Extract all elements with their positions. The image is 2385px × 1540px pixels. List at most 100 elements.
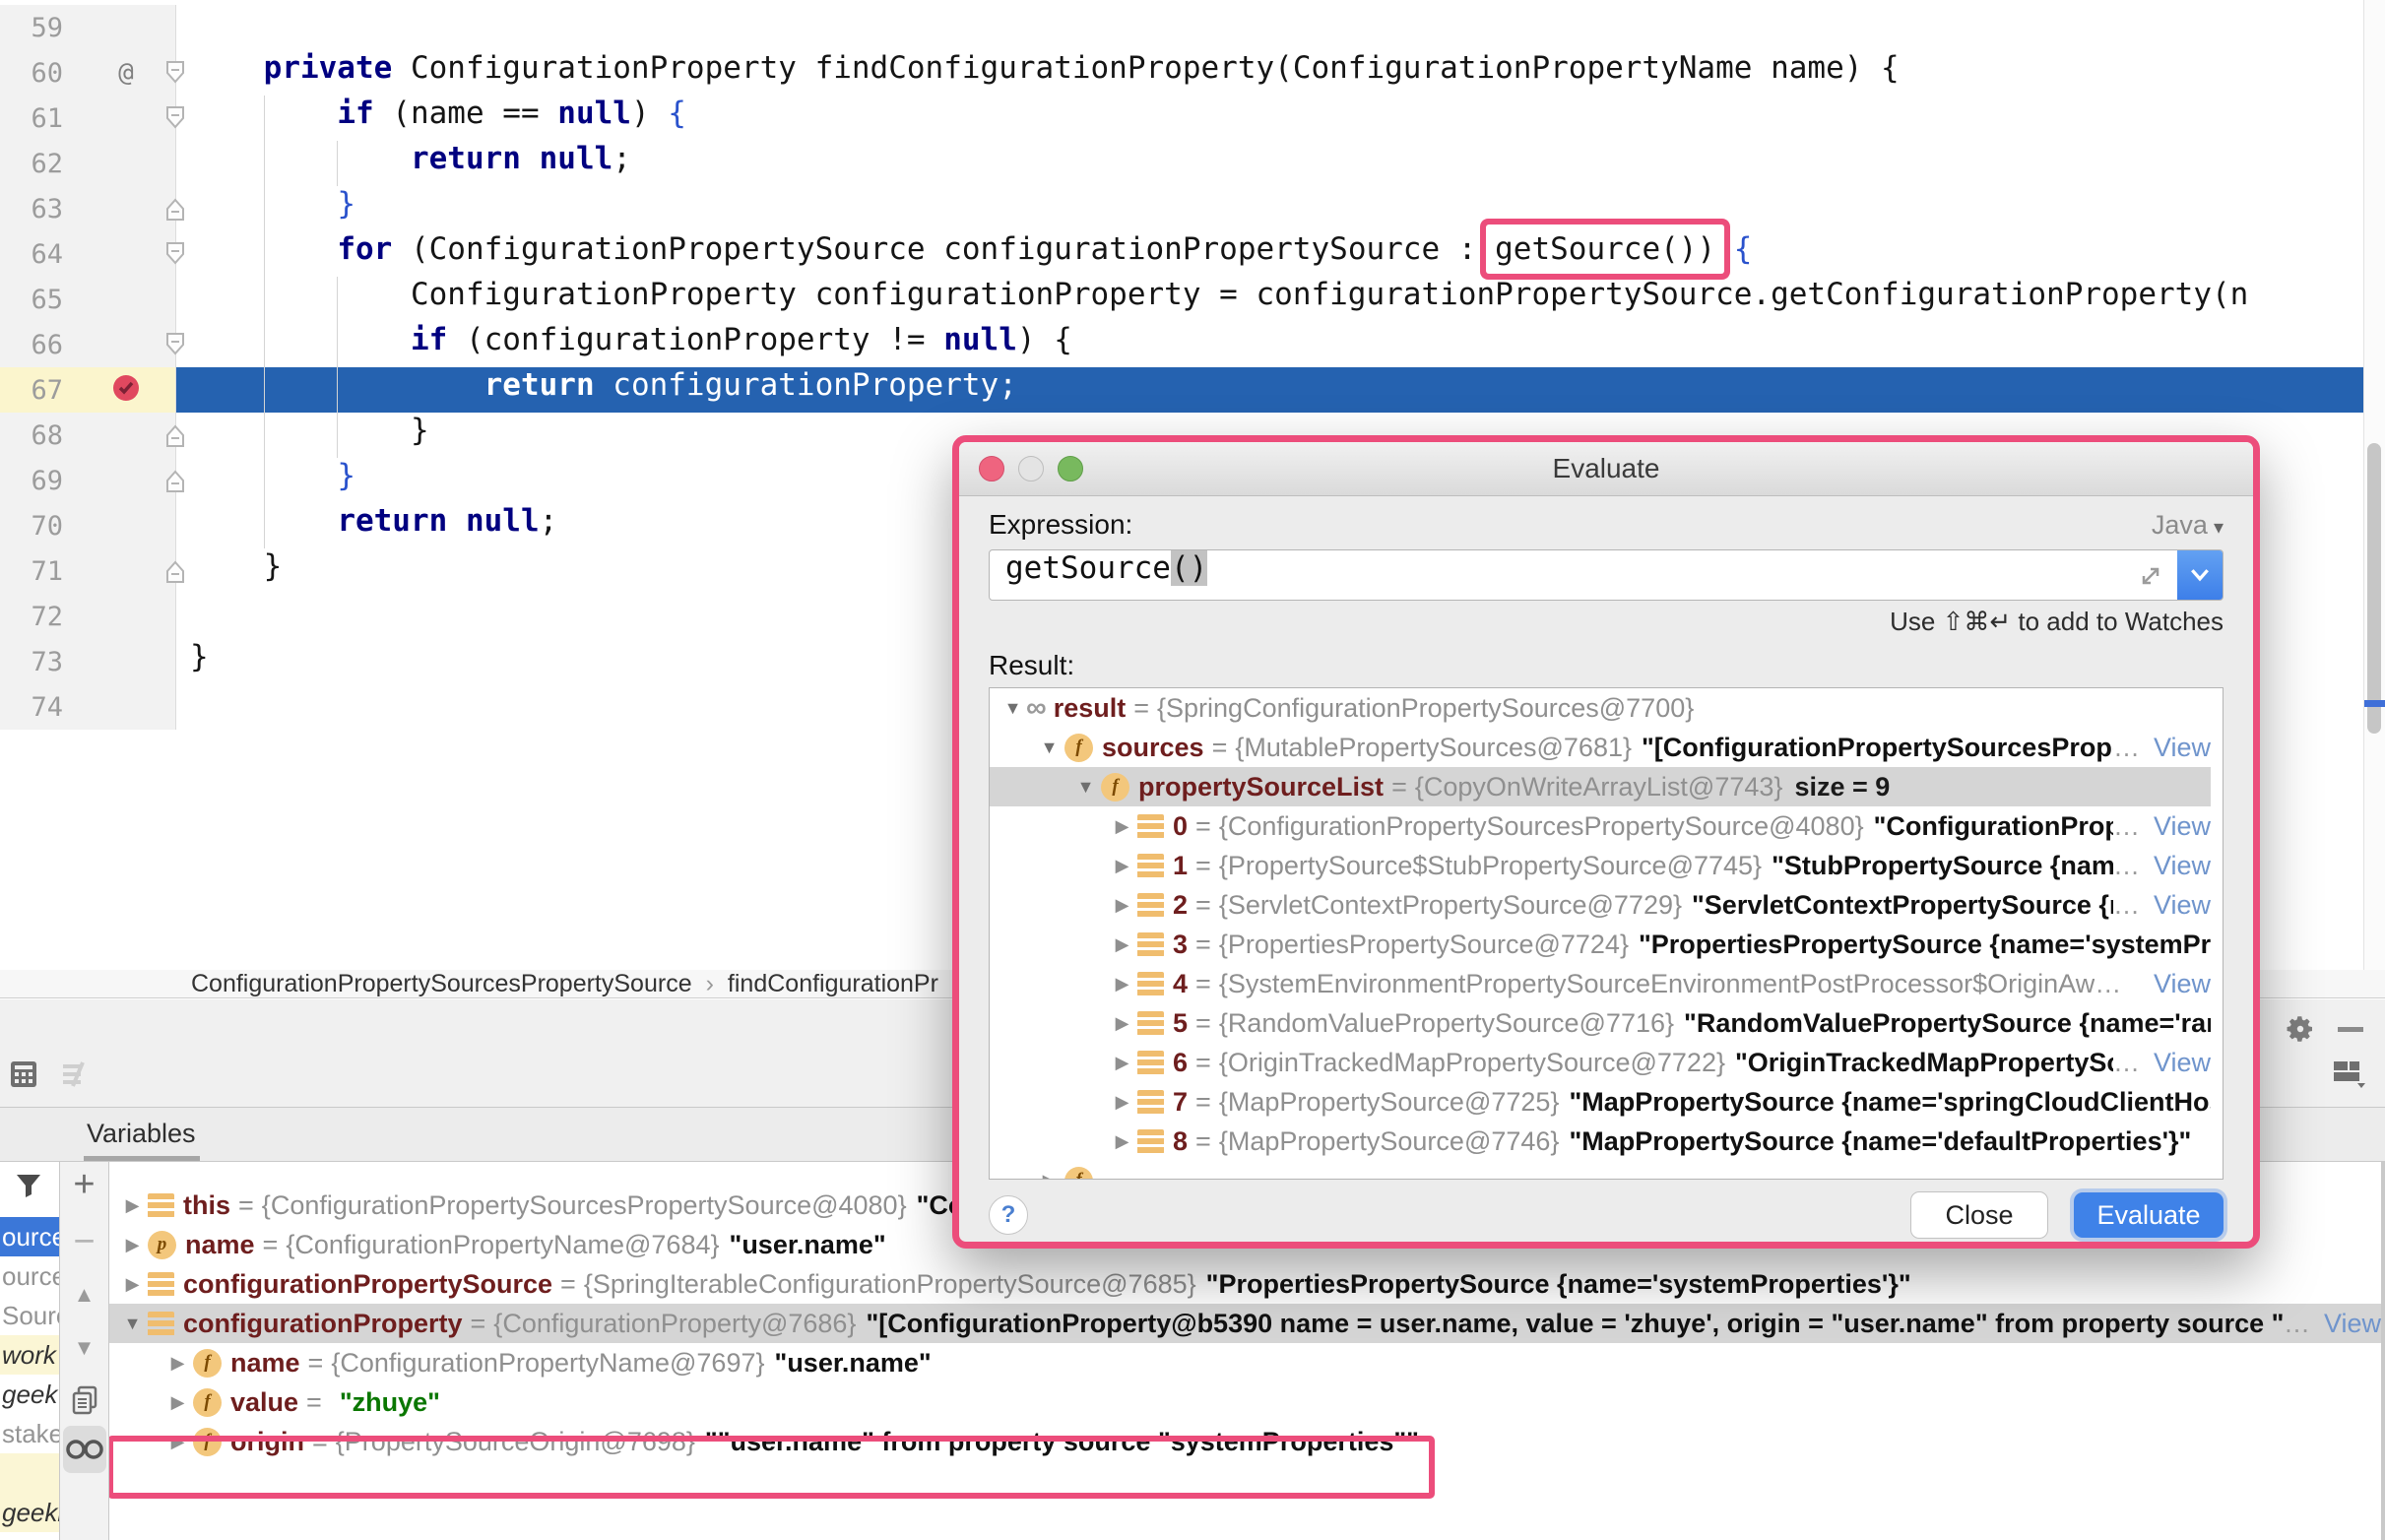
close-button[interactable]: Close	[1910, 1191, 2048, 1239]
expand-arrow[interactable]: ▶	[119, 1235, 146, 1255]
view-link[interactable]: View	[2310, 1309, 2381, 1339]
add-watch-icon[interactable]: +	[60, 1166, 108, 1203]
expression-input[interactable]: getSource()	[989, 549, 2224, 601]
gutter[interactable]: 64	[0, 231, 176, 277]
code-line[interactable]: 65 ConfigurationProperty configurationPr…	[0, 277, 2363, 322]
expand-editor-icon[interactable]	[2136, 561, 2165, 599]
language-selector[interactable]: Java▾	[2152, 510, 2224, 541]
evaluate-expression-icon[interactable]	[10, 1060, 37, 1093]
gutter[interactable]: 71	[0, 548, 176, 594]
fold-end-icon[interactable]	[161, 556, 190, 586]
gutter[interactable]: 62	[0, 141, 176, 186]
fold-end-icon[interactable]	[161, 466, 190, 495]
close-window-icon[interactable]	[979, 456, 1004, 481]
move-down-icon[interactable]: ▼	[60, 1335, 108, 1361]
result-tree-row[interactable]: ▶1={PropertySource$StubPropertySource@77…	[990, 846, 2211, 885]
gutter[interactable]: 69	[0, 458, 176, 503]
breadcrumb-class[interactable]: ConfigurationPropertySourcesPropertySour…	[191, 970, 692, 997]
frames-panel[interactable]: ourceourceSourcworkgeekstakegeekb	[0, 1162, 60, 1540]
expand-arrow[interactable]: ▶	[164, 1432, 191, 1452]
frame-item[interactable]	[0, 1453, 59, 1493]
minimize-window-icon[interactable]	[1018, 456, 1044, 481]
gutter[interactable]: 60@	[0, 50, 176, 96]
frame-item[interactable]: geekb	[0, 1493, 59, 1532]
variable-row[interactable]: ▶forigin={PropertySourceOrigin@7698}""us…	[109, 1422, 2381, 1461]
expression-history-dropdown[interactable]	[2177, 550, 2223, 600]
expand-arrow[interactable]: ▶	[119, 1195, 146, 1216]
evaluate-button[interactable]: Evaluate	[2074, 1192, 2224, 1238]
move-up-icon[interactable]: ▲	[60, 1282, 108, 1308]
expand-arrow[interactable]: ▶	[1109, 974, 1135, 995]
view-link[interactable]: View	[2140, 733, 2211, 763]
gutter[interactable]: 65	[0, 277, 176, 322]
result-tree-row[interactable]: ▶4={SystemEnvironmentPropertySourceEnvir…	[990, 964, 2211, 1003]
result-tree-row[interactable]: ▼∞result={SpringConfigurationPropertySou…	[990, 688, 2211, 728]
variable-row[interactable]: ▶fvalue="zhuye"	[109, 1382, 2381, 1422]
result-tree-row[interactable]: ▶6={OriginTrackedMapPropertySource@7722}…	[990, 1043, 2211, 1082]
gutter[interactable]: 68	[0, 413, 176, 458]
view-link[interactable]: View	[2140, 851, 2211, 881]
expand-arrow[interactable]: ▶	[1109, 1013, 1135, 1034]
code-line[interactable]: 64 for (ConfigurationPropertySource conf…	[0, 231, 2363, 277]
expand-arrow[interactable]: ▶	[1109, 934, 1135, 955]
expand-arrow[interactable]: ▼	[1072, 777, 1099, 798]
gutter[interactable]: 70	[0, 503, 176, 548]
expand-arrow[interactable]: ▶	[164, 1353, 191, 1374]
result-tree-row[interactable]: ▶0={ConfigurationPropertySourcesProperty…	[990, 806, 2211, 846]
duplicate-icon[interactable]	[60, 1384, 108, 1421]
gutter[interactable]: 59	[0, 5, 176, 50]
expand-arrow[interactable]: ▶	[1109, 1053, 1135, 1073]
expand-arrow[interactable]: ▶	[1109, 895, 1135, 916]
expand-arrow[interactable]: ▶	[1109, 1092, 1135, 1113]
result-tree[interactable]: ▼∞result={SpringConfigurationPropertySou…	[989, 687, 2224, 1180]
fold-collapse-icon[interactable]	[161, 58, 190, 88]
result-tree-row[interactable]: ▶3={PropertiesPropertySource@7724}"Prope…	[990, 925, 2211, 964]
gutter[interactable]: 67	[0, 367, 176, 413]
result-tree-row[interactable]: ▶f	[990, 1161, 2211, 1180]
code-line[interactable]: 63 }	[0, 186, 2363, 231]
code-line[interactable]: 66 if (configurationProperty != null) {	[0, 322, 2363, 367]
code-line[interactable]: 62 return null;	[0, 141, 2363, 186]
tab-variables[interactable]: Variables	[87, 1108, 196, 1162]
frame-item[interactable]: ource	[0, 1256, 59, 1296]
dialog-titlebar[interactable]: Evaluate	[959, 442, 2253, 496]
view-link[interactable]: View	[2140, 969, 2211, 999]
expand-arrow[interactable]: ▼	[119, 1314, 146, 1334]
frame-item[interactable]: stake	[0, 1414, 59, 1453]
expand-arrow[interactable]: ▶	[1109, 856, 1135, 876]
fold-collapse-icon[interactable]	[161, 239, 190, 269]
frame-item[interactable]: ource	[0, 1217, 59, 1256]
expand-arrow[interactable]: ▼	[1036, 738, 1063, 758]
gutter[interactable]: 61	[0, 96, 176, 141]
gutter[interactable]: 73	[0, 639, 176, 684]
filter-icon[interactable]	[14, 1172, 43, 1204]
gutter[interactable]: 74	[0, 684, 176, 730]
code-line[interactable]: 60@ private ConfigurationProperty findCo…	[0, 50, 2363, 96]
result-tree-row[interactable]: ▶8={MapPropertySource@7746}"MapPropertyS…	[990, 1122, 2211, 1161]
zoom-window-icon[interactable]	[1058, 456, 1083, 481]
expand-arrow[interactable]: ▶	[164, 1392, 191, 1413]
breadcrumb-method[interactable]: findConfigurationPr	[728, 970, 938, 997]
fold-collapse-icon[interactable]	[161, 330, 190, 359]
remove-watch-icon[interactable]: −	[60, 1223, 108, 1260]
fold-end-icon[interactable]	[161, 194, 190, 224]
expand-arrow[interactable]: ▼	[999, 698, 1026, 719]
scrollbar-thumb[interactable]	[2367, 443, 2381, 734]
result-tree-row[interactable]: ▶7={MapPropertySource@7725}"MapPropertyS…	[990, 1082, 2211, 1122]
variable-row[interactable]: ▶fname={ConfigurationPropertyName@7697}"…	[109, 1343, 2381, 1382]
expand-arrow[interactable]: ▶	[1109, 816, 1135, 837]
variable-row[interactable]: ▼configurationProperty={ConfigurationPro…	[109, 1304, 2381, 1343]
fold-collapse-icon[interactable]	[161, 103, 190, 133]
frame-item[interactable]: work	[0, 1335, 59, 1375]
expand-arrow[interactable]: ▶	[1036, 1171, 1063, 1181]
view-link[interactable]: View	[2140, 811, 2211, 842]
code-line[interactable]: 59	[0, 5, 2363, 50]
gutter[interactable]: 72	[0, 594, 176, 639]
minimize-icon[interactable]	[2338, 1027, 2363, 1032]
result-tree-row[interactable]: ▼fsources={MutablePropertySources@7681}"…	[990, 728, 2211, 767]
code-line[interactable]: 67 return configurationProperty;	[0, 367, 2363, 413]
watch-return-values-icon[interactable]	[60, 1436, 108, 1468]
gear-icon[interactable]	[2285, 1013, 2316, 1050]
evaluate-dialog[interactable]: Evaluate Expression: Java▾ getSource() U…	[952, 435, 2260, 1249]
result-tree-row[interactable]: ▶2={ServletContextPropertySource@7729}"S…	[990, 885, 2211, 925]
